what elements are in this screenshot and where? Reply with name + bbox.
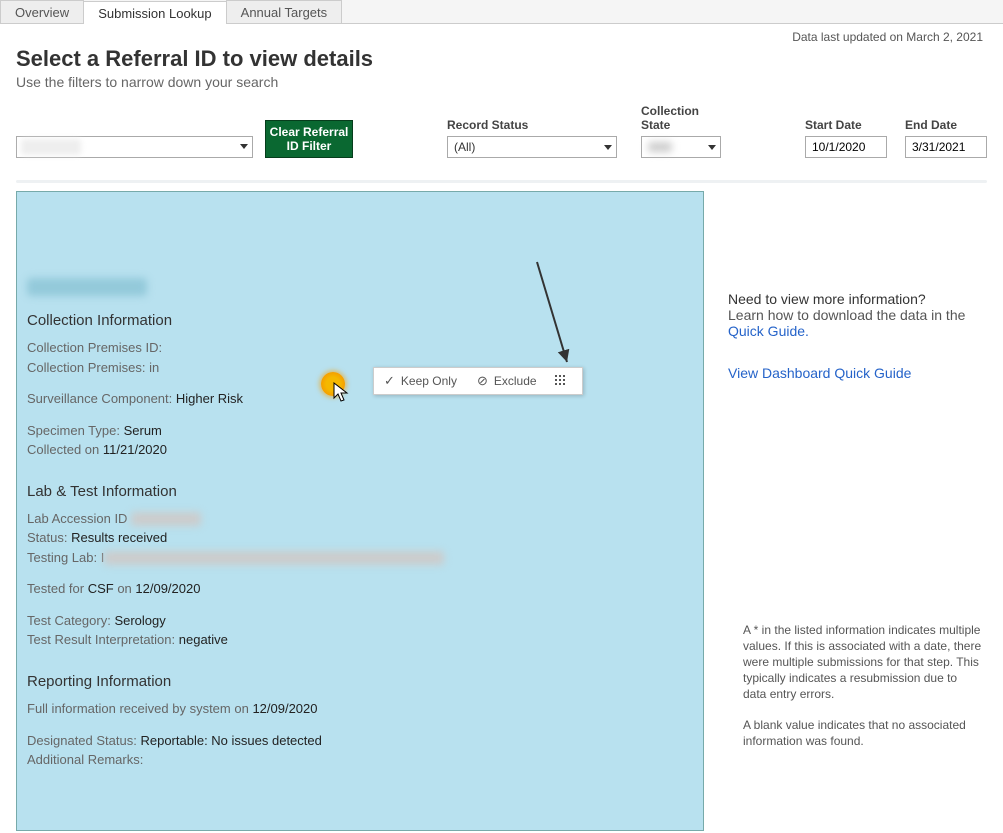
view-dashboard-quick-guide-link[interactable]: View Dashboard Quick Guide	[728, 365, 911, 381]
end-date-label: End Date	[905, 118, 987, 132]
full-info-received-value: 12/09/2020	[252, 701, 317, 716]
exclude-button[interactable]: ⊘ Exclude	[467, 373, 547, 389]
start-date-input[interactable]	[805, 136, 887, 158]
tested-on-value: 12/09/2020	[135, 581, 200, 596]
side-panel: Need to view more information? Learn how…	[704, 191, 987, 831]
collection-premises-label: Collection Premises: in	[27, 360, 159, 375]
view-data-button[interactable]	[547, 375, 575, 387]
specimen-type-value: Serum	[124, 423, 162, 438]
tested-for-label: Tested for	[27, 581, 88, 596]
record-status-label: Record Status	[447, 118, 617, 132]
chevron-down-icon	[708, 145, 716, 150]
record-status-dropdown[interactable]: (All)	[447, 136, 617, 158]
collected-on-label: Collected on	[27, 442, 103, 457]
referral-id-dropdown[interactable]	[16, 136, 253, 158]
filter-row: Clear ReferralID Filter Record Status (A…	[16, 104, 987, 158]
additional-remarks-label: Additional Remarks:	[27, 752, 143, 767]
testing-lab-label: Testing Lab: I	[27, 550, 104, 565]
divider	[16, 180, 987, 183]
end-date-filter: End Date	[905, 118, 987, 158]
tab-submission-lookup[interactable]: Submission Lookup	[83, 1, 226, 24]
footnote: A * in the listed information indicates …	[743, 622, 983, 763]
collection-state-dropdown[interactable]	[641, 136, 721, 158]
need-more-info-title: Need to view more information?	[728, 291, 983, 307]
tab-overview[interactable]: Overview	[0, 0, 84, 23]
test-category-label: Test Category:	[27, 613, 114, 628]
designated-status-label: Designated Status:	[27, 733, 140, 748]
full-info-received-label: Full information received by system on	[27, 701, 252, 716]
chevron-down-icon	[604, 145, 612, 150]
page-heading: Select a Referral ID to view details Use…	[16, 46, 1003, 90]
page-subtitle: Use the filters to narrow down your sear…	[16, 74, 1003, 90]
collected-on-value: 11/21/2020	[103, 442, 167, 457]
surveillance-component-label: Surveillance Component:	[27, 391, 176, 406]
record-status-filter: Record Status (All)	[447, 118, 617, 158]
collection-premises-id-label: Collection Premises ID:	[27, 340, 162, 355]
lab-test-info-heading: Lab & Test Information	[27, 483, 693, 500]
data-updated-text: Data last updated on March 2, 2021	[792, 30, 983, 44]
status-label: Status:	[27, 530, 71, 545]
end-date-input[interactable]	[905, 136, 987, 158]
start-date-filter: Start Date	[805, 118, 887, 158]
referral-detail-card[interactable]: Collection Information Collection Premis…	[16, 191, 704, 831]
collection-state-filter: Collection State	[641, 104, 721, 158]
test-result-interpretation-value: negative	[179, 632, 228, 647]
tab-bar: Overview Submission Lookup Annual Target…	[0, 0, 1003, 24]
data-grid-icon	[555, 375, 567, 387]
designated-status-value: Reportable: No issues detected	[140, 733, 321, 748]
lab-accession-id-label: Lab Accession ID	[27, 511, 127, 526]
prohibit-icon: ⊘	[477, 373, 488, 389]
reporting-info-heading: Reporting Information	[27, 673, 693, 690]
tooltip-action-bar: ✓ Keep Only ⊘ Exclude	[373, 367, 583, 395]
footnote-asterisk: A * in the listed information indicates …	[743, 622, 983, 703]
start-date-label: Start Date	[805, 118, 887, 132]
clear-referral-id-button[interactable]: Clear ReferralID Filter	[265, 120, 353, 158]
chevron-down-icon	[240, 144, 248, 149]
specimen-type-label: Specimen Type:	[27, 423, 124, 438]
collection-state-label: Collection State	[641, 104, 721, 132]
keep-only-button[interactable]: ✓ Keep Only	[374, 373, 467, 389]
test-result-interpretation-label: Test Result Interpretation:	[27, 632, 179, 647]
surveillance-component-value: Higher Risk	[176, 391, 243, 406]
page-title: Select a Referral ID to view details	[16, 46, 1003, 72]
quick-guide-link[interactable]: Quick Guide.	[728, 323, 809, 339]
collection-info-heading: Collection Information	[27, 312, 693, 329]
need-more-info-body: Learn how to download the data in the	[728, 307, 965, 323]
tested-for-value: CSF	[88, 581, 114, 596]
check-icon: ✓	[384, 373, 395, 389]
footnote-blank: A blank value indicates that no associat…	[743, 717, 983, 749]
test-category-value: Serology	[114, 613, 165, 628]
status-value: Results received	[71, 530, 167, 545]
tab-annual-targets[interactable]: Annual Targets	[226, 0, 343, 23]
